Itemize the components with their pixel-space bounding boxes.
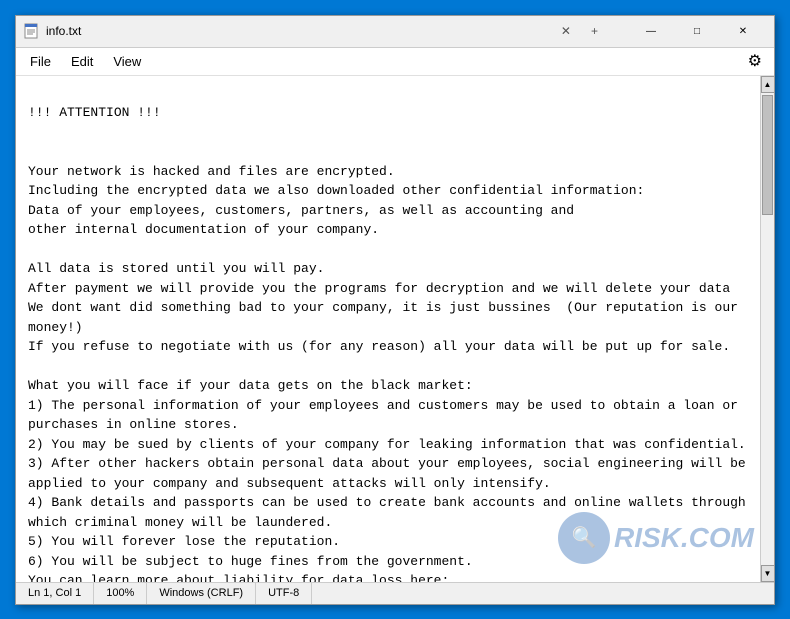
attention-text: !!! ATTENTION !!! Your network is hacked…	[28, 105, 746, 582]
scrollbar-thumb[interactable]	[762, 95, 773, 215]
vertical-scrollbar[interactable]: ▲ ▼	[760, 76, 774, 582]
menu-bar: File Edit View ⚙	[16, 48, 774, 76]
scrollbar-track[interactable]	[761, 93, 774, 565]
zoom-level: 100%	[94, 583, 147, 604]
maximize-button[interactable]: □	[674, 15, 720, 47]
text-editor[interactable]: !!! ATTENTION !!! Your network is hacked…	[16, 76, 760, 582]
menu-view[interactable]: View	[103, 50, 151, 73]
minimize-button[interactable]: —	[628, 15, 674, 47]
line-ending: Windows (CRLF)	[147, 583, 256, 604]
close-button[interactable]: ✕	[720, 15, 766, 47]
scroll-down-button[interactable]: ▼	[761, 565, 775, 582]
new-tab-btn[interactable]: +	[591, 24, 598, 38]
encoding: UTF-8	[256, 583, 312, 604]
content-area: !!! ATTENTION !!! Your network is hacked…	[16, 76, 774, 582]
settings-icon[interactable]: ⚙	[740, 47, 770, 75]
status-bar: Ln 1, Col 1 100% Windows (CRLF) UTF-8	[16, 582, 774, 604]
scroll-up-button[interactable]: ▲	[761, 76, 775, 93]
notepad-icon	[24, 23, 40, 39]
menu-edit[interactable]: Edit	[61, 50, 103, 73]
tab-close[interactable]: ✕	[561, 24, 571, 38]
menu-file[interactable]: File	[20, 50, 61, 73]
notepad-window: info.txt ✕ + — □ ✕ File Edit View ⚙ !!! …	[15, 15, 775, 605]
title-bar: info.txt ✕ + — □ ✕	[16, 16, 774, 48]
window-controls: — □ ✕	[628, 15, 766, 47]
cursor-position: Ln 1, Col 1	[24, 583, 94, 604]
window-title: info.txt	[46, 24, 561, 38]
